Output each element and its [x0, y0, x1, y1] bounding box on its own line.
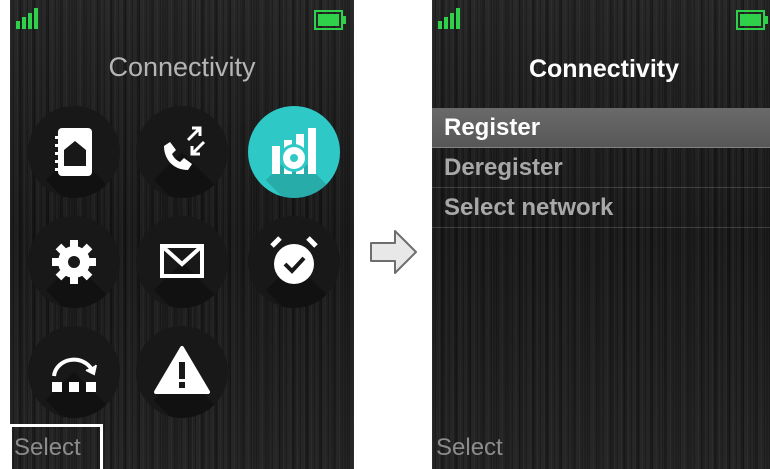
canvas: Connectivity Select Connectivity Registe… [0, 0, 770, 469]
rotation-icon[interactable] [28, 326, 120, 418]
page-title: Connectivity [528, 55, 680, 83]
select-softkey[interactable]: Select [436, 434, 503, 462]
battery-icon [736, 10, 768, 30]
settings-icon[interactable] [28, 216, 120, 308]
home-menu-screen: Connectivity Select [10, 0, 354, 469]
connectivity-icon[interactable] [248, 106, 340, 198]
menu-item-select-network[interactable]: Select network [432, 188, 770, 228]
contacts-icon[interactable] [28, 106, 120, 198]
alarm-clock-icon[interactable] [248, 216, 340, 308]
menu-item-deregister[interactable]: Deregister [432, 148, 770, 188]
messaging-icon[interactable] [136, 216, 228, 308]
page-title: Connectivity [108, 52, 256, 82]
signal-strength-icon [16, 8, 38, 29]
calls-icon[interactable] [136, 106, 228, 198]
right-arrow-icon [370, 230, 417, 274]
connectivity-menu-list: Register Deregister Select network [432, 108, 770, 228]
connectivity-menu-screen: Connectivity Register Deregister Select … [432, 0, 770, 469]
warning-icon[interactable] [136, 326, 228, 418]
menu-item-register[interactable]: Register [432, 108, 770, 148]
softkey-highlight-frame [9, 424, 103, 469]
battery-icon [314, 10, 346, 30]
signal-strength-icon [438, 8, 460, 29]
